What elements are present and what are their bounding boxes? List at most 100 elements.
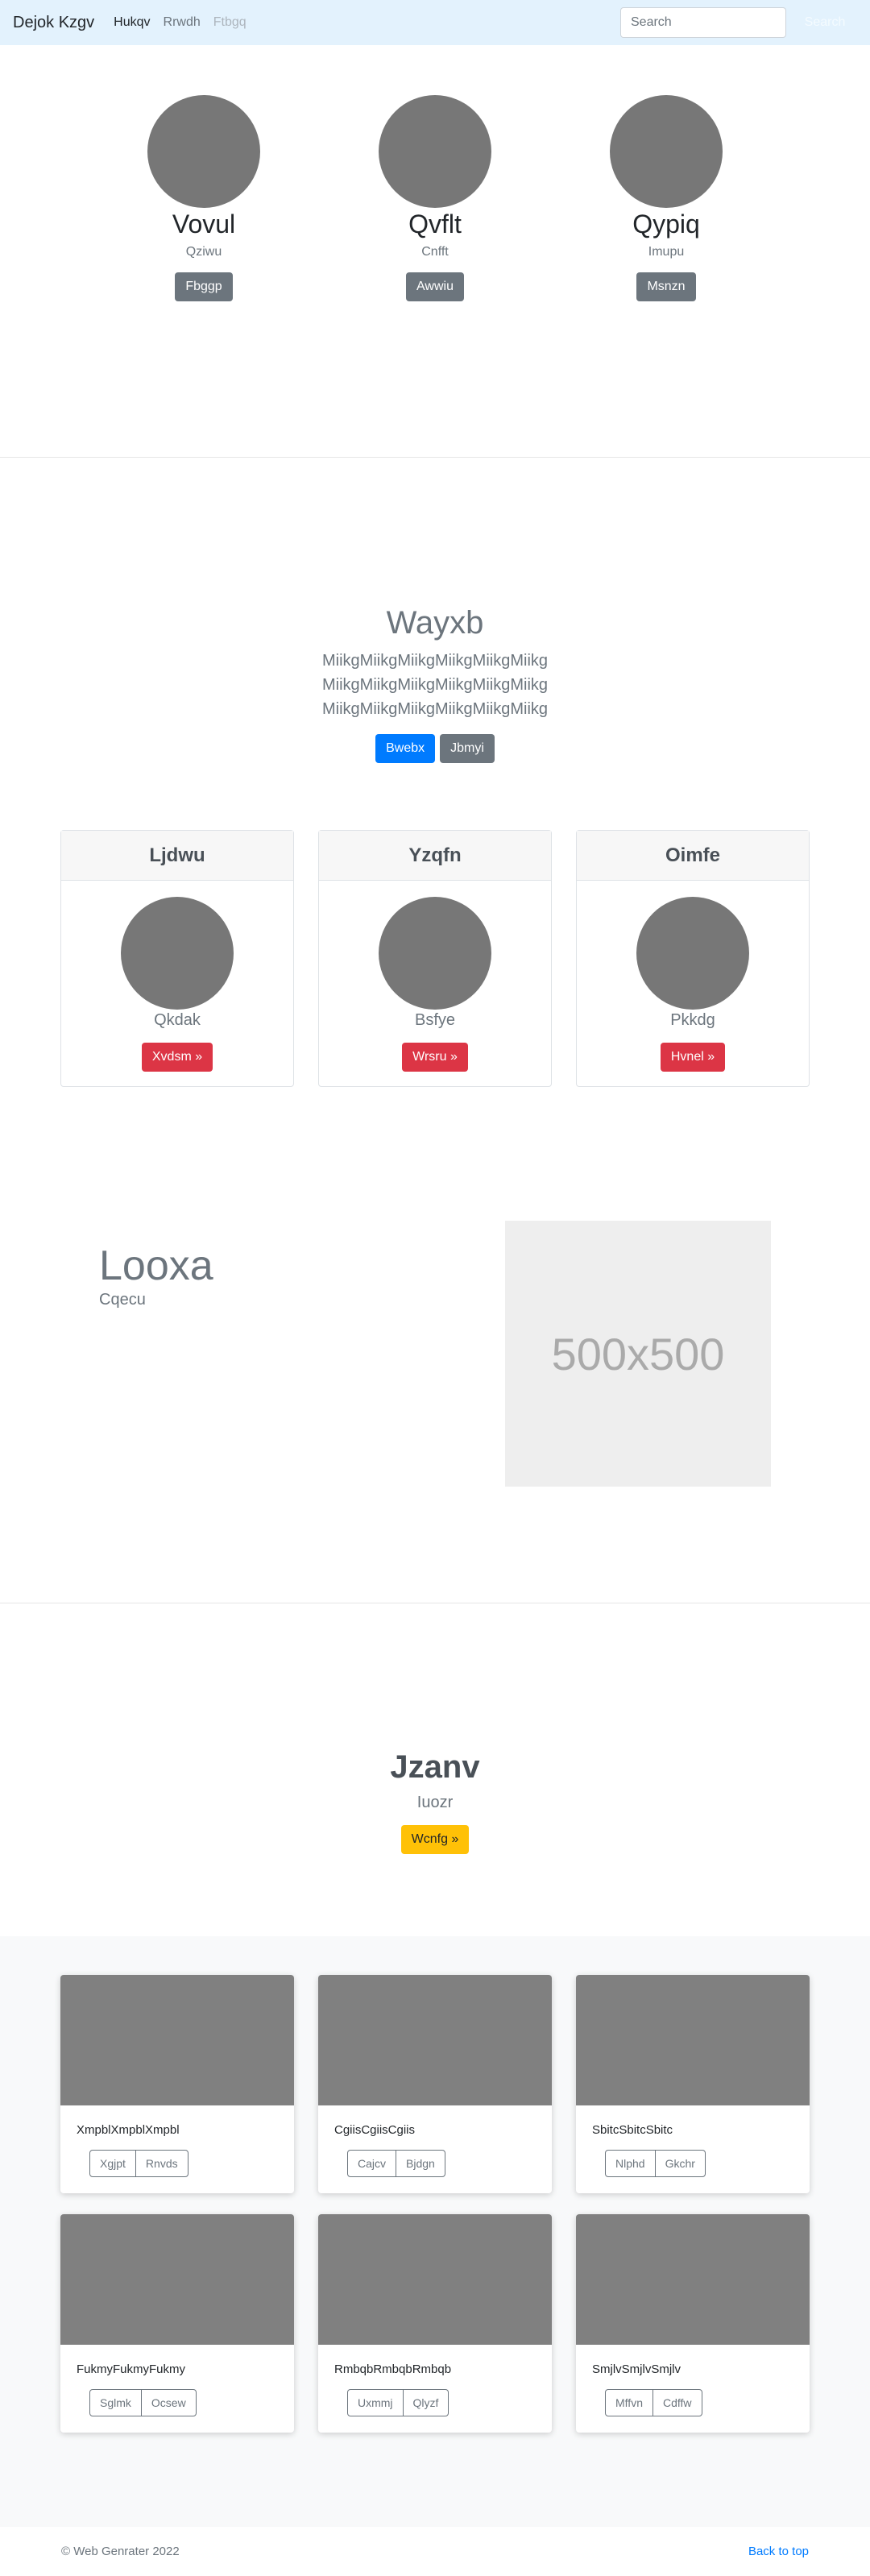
profile-button[interactable]: Awwiu (406, 272, 464, 301)
card-button[interactable]: Hvnel » (660, 1043, 726, 1072)
album-card-body: FukmyFukmyFukmy Sglmk Ocsew (60, 2345, 294, 2433)
album-button[interactable]: Qlyzf (402, 2389, 450, 2416)
album-card-body: XmpblXmpblXmpbl Xgjpt Rnvds (60, 2105, 294, 2193)
hero-section: Wayxb MiikgMiikgMiikgMiikgMiikgMiikg Mii… (0, 458, 870, 780)
album-button[interactable]: Sglmk (89, 2389, 142, 2416)
search-input[interactable] (620, 7, 786, 38)
card-subtitle: Bsfye (414, 1011, 456, 1029)
card-header: Ljdwu (61, 831, 293, 881)
album-card-text: RmbqbRmbqbRmbqb (334, 2362, 452, 2376)
cta-title: Jzanv (390, 1749, 480, 1785)
avatar (610, 95, 723, 208)
album-card-body: SmjlvSmjlvSmjlv Mffvn Cdffw (576, 2345, 810, 2433)
card-body: Qkdak Xvdsm » (61, 881, 293, 1086)
feature-title: Looxa (99, 1242, 213, 1289)
nav-link-hukqv[interactable]: Hukqv (114, 15, 150, 30)
profile-button[interactable]: Fbggp (175, 272, 233, 301)
profile-name: Qypiq (632, 209, 700, 239)
avatar (379, 95, 491, 208)
navbar: Dejok Kzgv Hukqv Rrwdh Ftbgq Search (0, 0, 870, 45)
card-button[interactable]: Xvdsm » (141, 1043, 213, 1072)
hero-text: MiikgMiikgMiikgMiikgMiikgMiikg MiikgMiik… (321, 652, 549, 718)
brand-logo[interactable]: Dejok Kzgv (13, 14, 94, 32)
album-card-body: CgiisCgiisCgiis Cajcv Bjdgn (318, 2105, 552, 2193)
album-thumbnail (60, 1975, 294, 2105)
album-thumbnail (318, 2214, 552, 2345)
album-thumbnail (60, 2214, 294, 2345)
feature-section: Looxa Cqecu 500x500 (0, 1153, 870, 1603)
feature-image-placeholder: 500x500 (505, 1221, 771, 1487)
album-card: RmbqbRmbqbRmbqb Uxmmj Qlyzf (318, 2214, 552, 2433)
album-button[interactable]: Bjdgn (396, 2150, 445, 2177)
album-button-group: Uxmmj Qlyzf (347, 2389, 450, 2416)
album-button-group: Mffvn Cdffw (605, 2389, 702, 2416)
album-thumbnail (576, 1975, 810, 2105)
album-button-group: Xgjpt Rnvds (89, 2150, 188, 2177)
album-grid: XmpblXmpblXmpbl Xgjpt Rnvds CgiisCgiisCg… (60, 1975, 810, 2433)
album-card-text: XmpblXmpblXmpbl (77, 2123, 180, 2137)
album-card-body: RmbqbRmbqbRmbqb Uxmmj Qlyzf (318, 2345, 552, 2433)
cta-subtitle: Iuozr (416, 1794, 454, 1811)
album-button[interactable]: Nlphd (605, 2150, 656, 2177)
profile-button[interactable]: Msnzn (636, 272, 696, 301)
card-header: Oimfe (577, 831, 809, 881)
card-image (121, 897, 234, 1010)
feature-subtitle: Cqecu (99, 1291, 146, 1309)
album-button[interactable]: Uxmmj (347, 2389, 404, 2416)
album-button[interactable]: Ocsew (140, 2389, 197, 2416)
profile-name: Qvflt (408, 209, 462, 239)
hero-title: Wayxb (386, 605, 484, 641)
album-button[interactable]: Rnvds (135, 2150, 188, 2177)
profile-subtitle: Imupu (648, 245, 685, 259)
album-card-text: SmjlvSmjlvSmjlv (592, 2362, 681, 2376)
album-button-group: Sglmk Ocsew (89, 2389, 197, 2416)
profile-subtitle: Qziwu (185, 245, 222, 259)
nav-link-rrwdh[interactable]: Rrwdh (164, 15, 201, 30)
album-card: CgiisCgiisCgiis Cajcv Bjdgn (318, 1975, 552, 2193)
hero-buttons: Bwebx Jbmyi (375, 734, 495, 763)
album-card-text: FukmyFukmyFukmy (77, 2362, 185, 2376)
card: Oimfe Pkkdg Hvnel » (576, 830, 810, 1087)
avatar (147, 95, 260, 208)
nav-link-ftbgq: Ftbgq (213, 15, 246, 29)
card-image (379, 897, 491, 1010)
album-button[interactable]: Mffvn (605, 2389, 653, 2416)
album-card-text: CgiisCgiisCgiis (334, 2123, 416, 2137)
card: Yzqfn Bsfye Wrsru » (318, 830, 552, 1087)
back-to-top-link[interactable]: Back to top (748, 2545, 809, 2558)
profile-card: Vovul Qziwu Fbggp (89, 95, 320, 457)
album-button[interactable]: Gkchr (654, 2150, 706, 2177)
card-header: Yzqfn (319, 831, 551, 881)
profile-card: Qvflt Cnfft Awwiu (320, 95, 551, 457)
footer-copyright: © Web Genrater 2022 (61, 2545, 180, 2558)
album-button[interactable]: Cajcv (347, 2150, 397, 2177)
album-button[interactable]: Xgjpt (89, 2150, 136, 2177)
album-section: XmpblXmpblXmpbl Xgjpt Rnvds CgiisCgiisCg… (0, 1936, 870, 2527)
card-image (636, 897, 749, 1010)
card-subtitle: Qkdak (154, 1011, 201, 1029)
profile-subtitle: Cnfft (421, 245, 449, 259)
album-button-group: Nlphd Gkchr (605, 2150, 706, 2177)
footer: © Web Genrater 2022 Back to top (0, 2527, 870, 2576)
profiles-section: Vovul Qziwu Fbggp Qvflt Cnfft Awwiu Qypi… (0, 45, 870, 458)
album-thumbnail (576, 2214, 810, 2345)
album-button[interactable]: Cdffw (652, 2389, 702, 2416)
album-card: FukmyFukmyFukmy Sglmk Ocsew (60, 2214, 294, 2433)
profile-name: Vovul (172, 209, 236, 239)
hero-primary-button[interactable]: Bwebx (375, 734, 436, 763)
cta-button[interactable]: Wcnfg » (400, 1825, 470, 1854)
album-card: SbitcSbitcSbitc Nlphd Gkchr (576, 1975, 810, 2193)
profile-card: Qypiq Imupu Msnzn (551, 95, 782, 457)
search-button[interactable]: Search (793, 7, 857, 38)
cta-section: Jzanv Iuozr Wcnfg » (0, 1603, 870, 1936)
card-body: Pkkdg Hvnel » (577, 881, 809, 1086)
album-card-body: SbitcSbitcSbitc Nlphd Gkchr (576, 2105, 810, 2193)
cards-section: Ljdwu Qkdak Xvdsm » Yzqfn Bsfye Wrsru » … (0, 830, 870, 1087)
album-card: XmpblXmpblXmpbl Xgjpt Rnvds (60, 1975, 294, 2193)
card-button[interactable]: Wrsru » (402, 1043, 468, 1072)
hero-secondary-button[interactable]: Jbmyi (440, 734, 495, 763)
album-button-group: Cajcv Bjdgn (347, 2150, 445, 2177)
card: Ljdwu Qkdak Xvdsm » (60, 830, 294, 1087)
album-thumbnail (318, 1975, 552, 2105)
album-card-text: SbitcSbitcSbitc (592, 2123, 673, 2137)
